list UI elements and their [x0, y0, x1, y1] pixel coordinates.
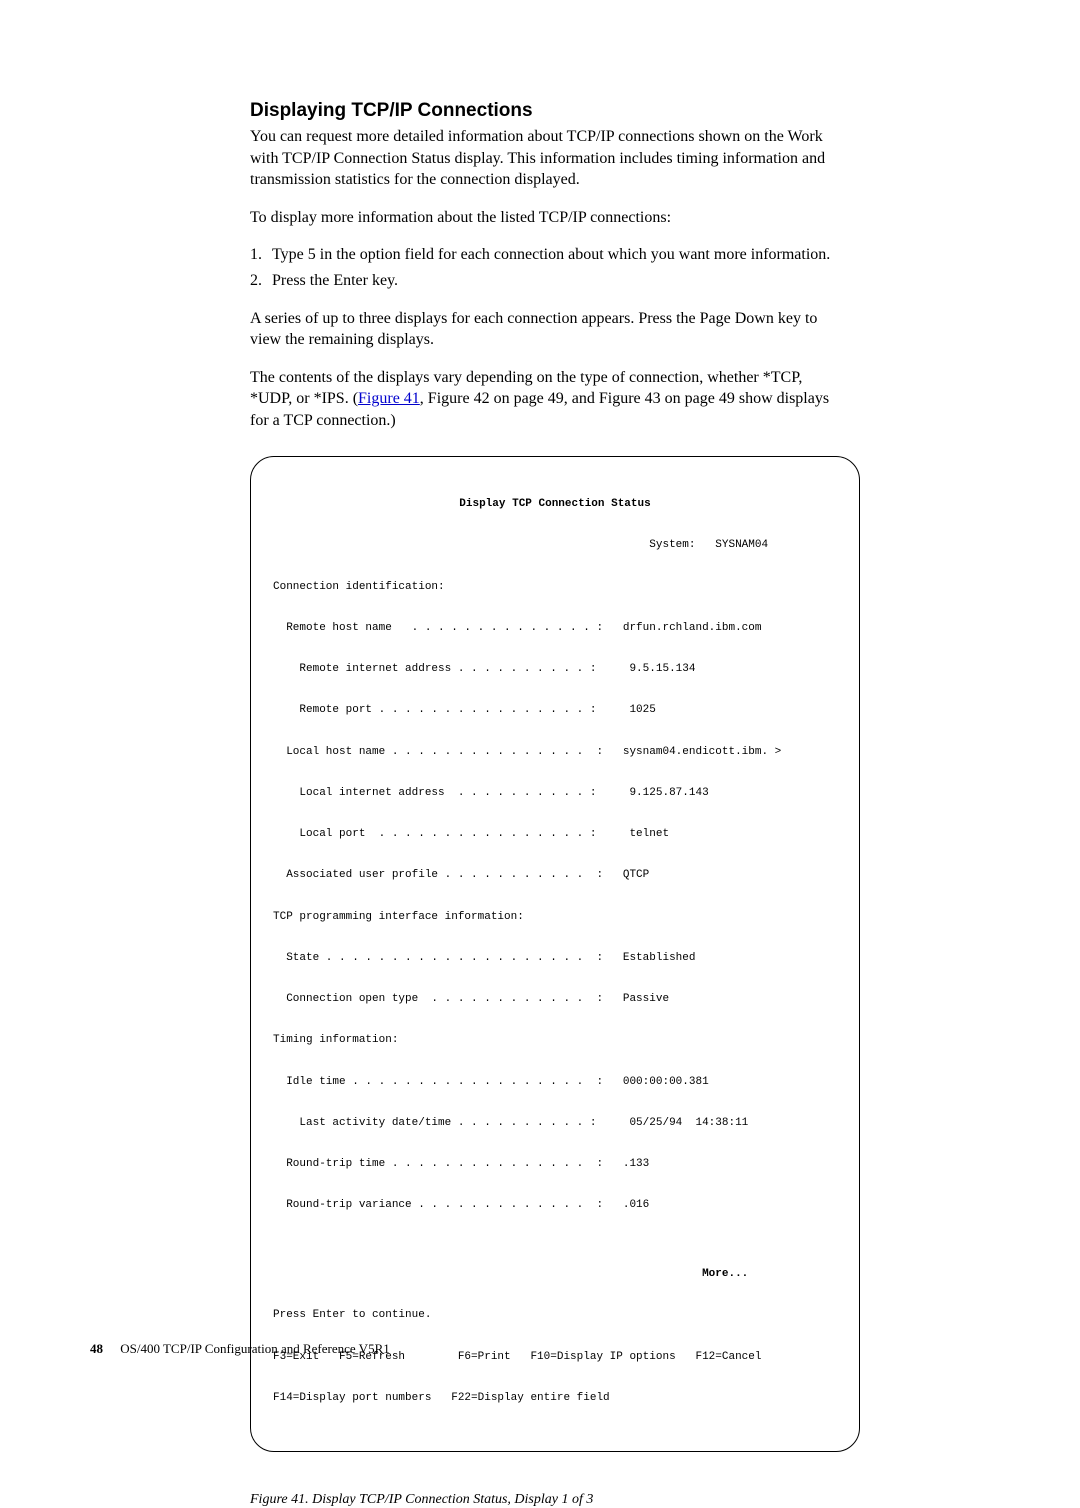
terminal-line: Timing information: [273, 1034, 837, 1048]
instruction-paragraph: To display more information about the li… [250, 207, 830, 229]
footer-page-number: 48 [90, 1341, 103, 1356]
step-text: Press the Enter key. [272, 270, 832, 292]
terminal-more: More... [273, 1268, 837, 1282]
terminal-line: Local host name . . . . . . . . . . . . … [273, 746, 837, 760]
terminal-line: Remote host name . . . . . . . . . . . .… [273, 622, 837, 636]
terminal-line: Round-trip time . . . . . . . . . . . . … [273, 1158, 837, 1172]
terminal-line: Associated user profile . . . . . . . . … [273, 869, 837, 883]
terminal-line: Round-trip variance . . . . . . . . . . … [273, 1199, 837, 1213]
footer-doc-title: OS/400 TCP/IP Configuration and Referenc… [120, 1341, 389, 1356]
figure-caption: Figure 41. Display TCP/IP Connection Sta… [250, 1492, 830, 1508]
terminal-line: Remote internet address . . . . . . . . … [273, 663, 837, 677]
terminal-fkeys-2: F14=Display port numbers F22=Display ent… [273, 1392, 837, 1406]
terminal-press-enter: Press Enter to continue. [273, 1309, 837, 1323]
terminal-title: Display TCP Connection Status [273, 498, 837, 512]
step-text: Type 5 in the option field for each conn… [272, 244, 832, 266]
terminal-line: Idle time . . . . . . . . . . . . . . . … [273, 1076, 837, 1090]
section-heading: Displaying TCP/IP Connections [250, 100, 990, 122]
terminal-line: TCP programming interface information: [273, 911, 837, 925]
terminal-line: Connection open type . . . . . . . . . .… [273, 993, 837, 1007]
terminal-line: Local internet address . . . . . . . . .… [273, 787, 837, 801]
terminal-content: Display TCP Connection Status System: SY… [273, 471, 837, 1434]
terminal-line: Local port . . . . . . . . . . . . . . .… [273, 828, 837, 842]
intro-paragraph: You can request more detailed informatio… [250, 126, 830, 191]
page-footer: 48 OS/400 TCP/IP Configuration and Refer… [90, 1341, 390, 1357]
terminal-line: State . . . . . . . . . . . . . . . . . … [273, 952, 837, 966]
step-number: 2. [250, 270, 272, 292]
terminal-screen: Display TCP Connection Status System: SY… [250, 456, 860, 1453]
terminal-line: Remote port . . . . . . . . . . . . . . … [273, 704, 837, 718]
step-number: 1. [250, 244, 272, 266]
terminal-system-line: System: SYSNAM04 [273, 539, 837, 553]
terminal-line: Last activity date/time . . . . . . . . … [273, 1117, 837, 1131]
step-2: 2. Press the Enter key. [250, 270, 990, 292]
result-paragraph: A series of up to three displays for eac… [250, 308, 830, 351]
step-list: 1. Type 5 in the option field for each c… [250, 244, 990, 291]
terminal-line: Connection identification: [273, 581, 837, 595]
step-1: 1. Type 5 in the option field for each c… [250, 244, 990, 266]
context-paragraph: The contents of the displays vary depend… [250, 367, 830, 432]
figure-link[interactable]: Figure 41 [358, 390, 420, 407]
